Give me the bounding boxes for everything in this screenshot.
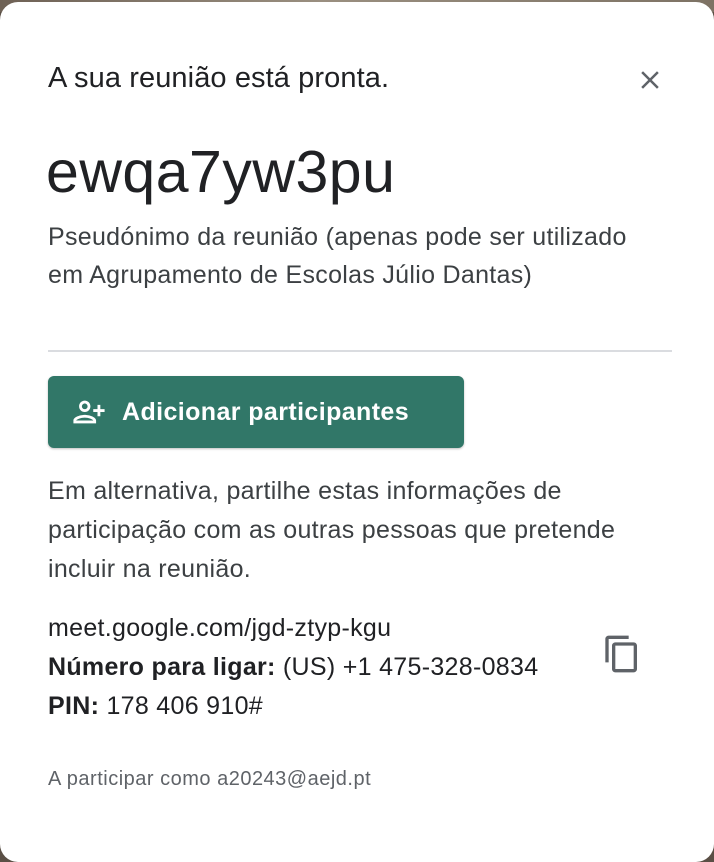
- copy-icon: [605, 635, 637, 673]
- meeting-ready-dialog: A sua reunião está pronta. ewqa7yw3pu Ps…: [0, 2, 714, 862]
- joining-as-text: A participar como a20243@aejd.pt: [48, 768, 372, 790]
- meeting-nickname: ewqa7yw3pu: [46, 139, 396, 205]
- dialog-title: A sua reunião está pronta.: [48, 62, 390, 94]
- share-description: Em alternativa, partilhe estas informaçõ…: [48, 477, 616, 583]
- phone-number: (US) +1 475-328-0834: [275, 653, 539, 681]
- add-participants-label: Adicionar participantes: [122, 397, 410, 426]
- phone-line: Número para ligar: (US) +1 475-328-0834: [48, 648, 568, 687]
- pin-label: PIN:: [48, 692, 100, 720]
- close-icon: [641, 71, 659, 89]
- meeting-nickname-description: Pseudónimo da reunião (apenas pode ser u…: [48, 223, 627, 289]
- close-button[interactable]: [628, 58, 672, 102]
- pin-value: 178 406 910#: [99, 692, 263, 720]
- person-add-icon: [73, 400, 105, 424]
- join-info[interactable]: meet.google.com/jgd-ztyp-kgu Número para…: [48, 609, 568, 726]
- pin-line: PIN: 178 406 910#: [48, 687, 568, 726]
- divider: [48, 350, 672, 352]
- meeting-link: meet.google.com/jgd-ztyp-kgu: [48, 614, 392, 642]
- copy-joining-info-button[interactable]: [598, 630, 646, 678]
- add-participants-button[interactable]: Adicionar participantes: [48, 376, 464, 448]
- phone-label: Número para ligar:: [48, 653, 276, 681]
